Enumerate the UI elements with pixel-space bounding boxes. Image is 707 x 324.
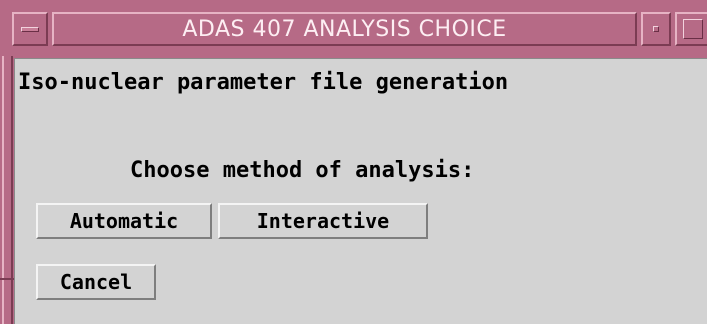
analysis-prompt: Choose method of analysis: bbox=[130, 158, 475, 183]
resize-handle-notch bbox=[0, 278, 14, 280]
maximize-icon bbox=[683, 19, 703, 39]
cancel-button[interactable]: Cancel bbox=[36, 264, 156, 300]
window-menu-button[interactable] bbox=[12, 12, 48, 46]
interactive-button[interactable]: Interactive bbox=[218, 203, 428, 239]
minimize-button[interactable] bbox=[641, 12, 671, 46]
dialog-window: ADAS 407 ANALYSIS CHOICE Iso-nuclear par… bbox=[0, 0, 707, 324]
border-shadow bbox=[11, 56, 13, 324]
title-area[interactable]: ADAS 407 ANALYSIS CHOICE bbox=[52, 12, 637, 46]
border-highlight bbox=[2, 56, 4, 324]
window-left-border[interactable] bbox=[0, 56, 14, 324]
window-menu-icon bbox=[21, 27, 39, 32]
maximize-button[interactable] bbox=[675, 12, 707, 46]
title-bar[interactable]: ADAS 407 ANALYSIS CHOICE bbox=[0, 0, 707, 56]
window-title: ADAS 407 ANALYSIS CHOICE bbox=[182, 16, 507, 42]
minimize-icon bbox=[653, 26, 659, 32]
automatic-button[interactable]: Automatic bbox=[36, 203, 212, 239]
dialog-heading: Iso-nuclear parameter file generation bbox=[18, 70, 509, 95]
